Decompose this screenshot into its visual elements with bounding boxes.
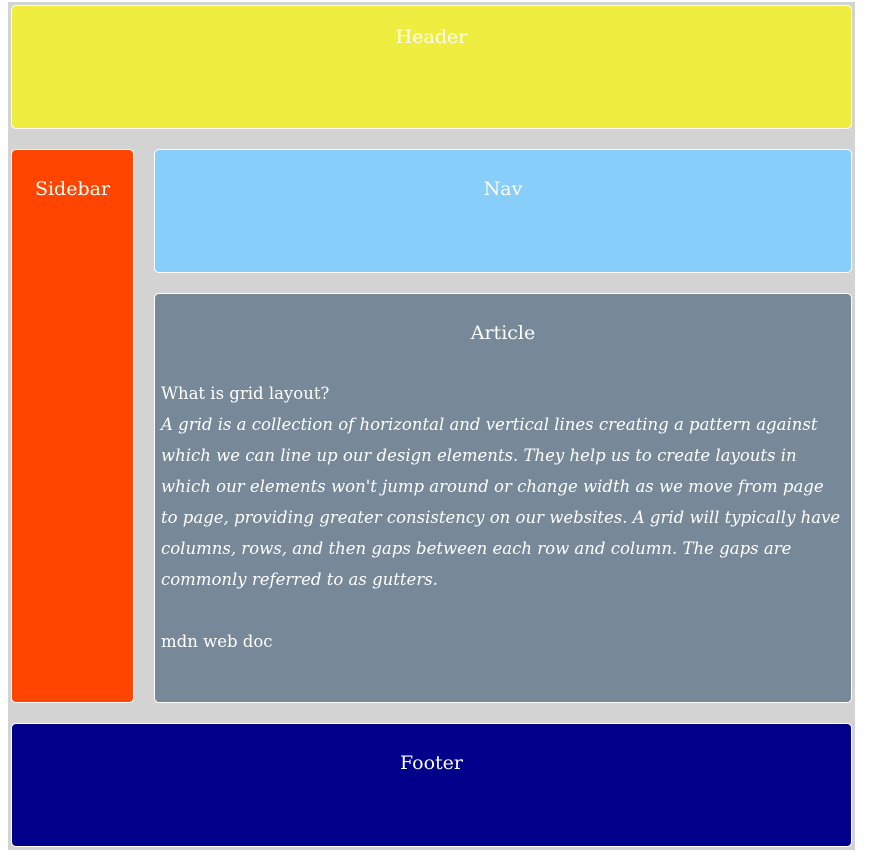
article-source: mdn web doc [161,632,273,651]
footer-panel: Footer [11,723,852,847]
sidebar-panel: Sidebar [11,149,134,703]
header-panel: Header [11,5,852,129]
header-title: Header [395,26,468,48]
nav-title: Nav [483,178,523,200]
footer-title: Footer [400,752,463,774]
grid-container: Header Sidebar Nav Article What is grid … [8,2,855,850]
article-body: What is grid layout? A grid is a collect… [161,378,845,657]
article-panel: Article What is grid layout? A grid is a… [154,293,852,703]
nav-panel: Nav [154,149,852,273]
sidebar-title: Sidebar [34,178,111,200]
article-question: What is grid layout? [161,384,330,403]
article-title: Article [470,322,536,344]
article-paragraph: A grid is a collection of horizontal and… [161,415,841,589]
